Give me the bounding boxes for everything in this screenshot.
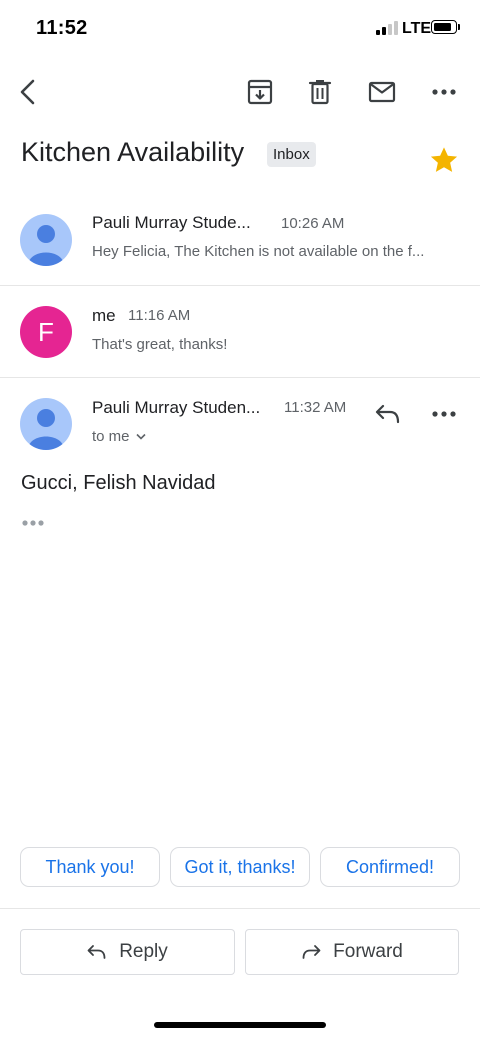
reply-icon <box>375 404 400 424</box>
message-body: Gucci, Felish Navidad <box>21 472 216 494</box>
more-horizontal-icon <box>432 411 456 417</box>
back-button[interactable] <box>8 72 48 112</box>
message-time: 11:16 AM <box>128 307 191 324</box>
reply-button[interactable]: Reply <box>20 929 235 975</box>
back-arrow-icon <box>20 79 35 105</box>
message-sender: Pauli Murray Studen... <box>92 398 261 417</box>
forward-label: Forward <box>333 941 403 962</box>
person-icon <box>28 409 64 450</box>
avatar: F <box>20 306 72 358</box>
message-snippet: Hey Felicia, The Kitchen is not availabl… <box>92 243 425 260</box>
message-sender: me <box>92 306 116 325</box>
message-sender: Pauli Murray Stude... <box>92 213 251 232</box>
reply-icon <box>87 945 106 959</box>
person-icon <box>28 225 64 266</box>
chevron-down-icon <box>135 433 146 440</box>
inbox-label-badge[interactable]: Inbox <box>267 142 316 167</box>
status-time: 11:52 <box>36 17 88 39</box>
battery-tip <box>458 24 460 30</box>
divider <box>0 377 480 378</box>
mark-unread-button[interactable] <box>362 72 402 112</box>
message-item-collapsed[interactable] <box>0 196 480 284</box>
message-snippet: That's great, thanks! <box>92 336 228 353</box>
recipient-details-toggle[interactable]: to me <box>92 428 146 445</box>
smart-reply-chip[interactable]: Got it, thanks! <box>170 847 310 887</box>
reply-label: Reply <box>119 941 168 962</box>
message-item-collapsed[interactable] <box>0 287 480 375</box>
more-horizontal-icon <box>432 89 456 95</box>
thread-subject: Kitchen Availability <box>21 137 245 167</box>
reply-icon-button[interactable] <box>368 394 408 434</box>
recipient-text: to me <box>92 428 130 445</box>
avatar <box>20 214 72 266</box>
star-button[interactable] <box>428 144 460 181</box>
trash-icon <box>308 80 332 105</box>
divider <box>0 285 480 286</box>
archive-icon <box>247 79 273 105</box>
home-indicator[interactable] <box>154 1022 326 1028</box>
message-more-button[interactable] <box>424 394 464 434</box>
message-time: 10:26 AM <box>281 215 345 232</box>
avatar <box>20 398 72 450</box>
message-time: 11:32 AM <box>284 399 347 416</box>
battery-icon <box>431 20 457 34</box>
signal-icon <box>376 21 398 35</box>
mail-icon <box>368 81 396 103</box>
archive-button[interactable] <box>240 72 280 112</box>
forward-button[interactable]: Forward <box>245 929 459 975</box>
delete-button[interactable] <box>300 72 340 112</box>
star-icon <box>430 147 458 172</box>
show-trimmed-content-button[interactable] <box>21 514 45 532</box>
more-horizontal-icon <box>22 520 44 526</box>
smart-reply-chip[interactable]: Thank you! <box>20 847 160 887</box>
divider <box>0 908 480 909</box>
smart-reply-chip[interactable]: Confirmed! <box>320 847 460 887</box>
network-label: LTE <box>402 20 432 37</box>
forward-icon <box>302 945 321 959</box>
more-options-button[interactable] <box>424 72 464 112</box>
